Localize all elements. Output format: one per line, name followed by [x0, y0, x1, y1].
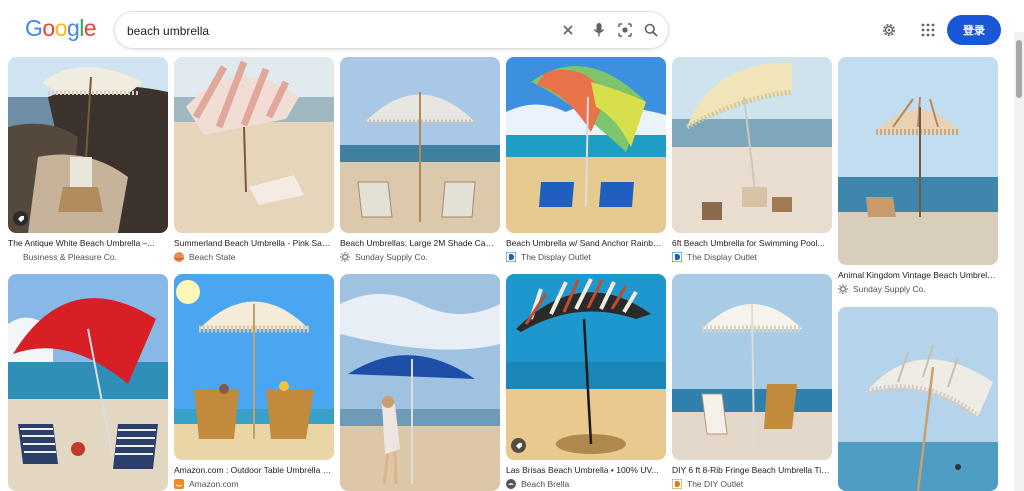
result-thumbnail[interactable] — [838, 57, 998, 265]
source-name: The DIY Outlet — [687, 479, 744, 489]
scroll-thumb[interactable] — [1016, 40, 1022, 98]
result-card[interactable]: Beach Umbrella w/ Sand Anchor Rainbow...… — [506, 57, 666, 263]
result-card[interactable]: Beach Umbrellas: Large 2M Shade Canop...… — [340, 57, 500, 263]
result-card[interactable]: Animal Kingdom Vintage Beach Umbrella |.… — [838, 57, 998, 295]
clear-icon[interactable] — [558, 20, 578, 40]
result-thumbnail[interactable] — [838, 307, 998, 491]
signin-button[interactable]: 登录 — [947, 15, 1001, 45]
result-card[interactable]: DIY 6 ft 8-Rib Fringe Beach Umbrella Til… — [672, 274, 832, 490]
blank-favicon — [8, 252, 18, 262]
top-bar: Google 登录 — [0, 0, 1024, 60]
result-card[interactable]: The Antique White Beach Umbrella –... Bu… — [8, 57, 168, 263]
result-source[interactable]: The Display Outlet — [672, 251, 832, 263]
result-card[interactable]: 6ft Beach Umbrella for Swimming Pool... … — [672, 57, 832, 263]
result-title[interactable]: Beach Umbrella w/ Sand Anchor Rainbow... — [506, 238, 664, 248]
search-icon[interactable] — [641, 20, 661, 40]
source-name: The Display Outlet — [687, 252, 757, 262]
mic-icon[interactable] — [589, 20, 609, 40]
source-name: Sunday Supply Co. — [355, 252, 428, 262]
scroll-up-icon[interactable] — [1016, 32, 1022, 44]
page-scrollbar[interactable] — [1014, 32, 1024, 491]
source-name: Beach Brella — [521, 479, 570, 489]
result-card[interactable] — [8, 274, 168, 491]
result-thumbnail[interactable] — [340, 274, 500, 491]
settings-gear-icon[interactable] — [879, 20, 899, 40]
result-title[interactable]: 6ft Beach Umbrella for Swimming Pool... — [672, 238, 830, 248]
image-results-grid: The Antique White Beach Umbrella –... Bu… — [0, 56, 1012, 491]
result-card[interactable] — [340, 274, 500, 491]
result-thumbnail[interactable] — [8, 57, 168, 233]
result-thumbnail[interactable] — [174, 57, 334, 233]
result-thumbnail[interactable] — [672, 57, 832, 233]
result-title[interactable]: Beach Umbrellas: Large 2M Shade Canop... — [340, 238, 498, 248]
source-name: Amazon.com — [189, 479, 239, 489]
result-thumbnail[interactable] — [174, 274, 334, 460]
lens-icon[interactable] — [615, 20, 635, 40]
result-card[interactable]: Amazon.com : Outdoor Table Umbrella 18..… — [174, 274, 334, 490]
result-thumbnail[interactable] — [8, 274, 168, 491]
result-title[interactable]: DIY 6 ft 8-Rib Fringe Beach Umbrella Til… — [672, 465, 830, 475]
result-source[interactable]: Sunday Supply Co. — [340, 251, 500, 263]
result-source[interactable]: The DIY Outlet — [672, 478, 832, 490]
result-title[interactable]: Las Brisas Beach Umbrella • 100% UV... — [506, 465, 664, 475]
search-input[interactable] — [127, 21, 547, 41]
result-source[interactable]: Amazon.com — [174, 478, 334, 490]
result-source[interactable]: The Display Outlet — [506, 251, 666, 263]
tag-icon — [13, 211, 28, 226]
result-title[interactable]: Summerland Beach Umbrella - Pink Salt... — [174, 238, 332, 248]
result-thumbnail[interactable] — [672, 274, 832, 460]
beach-state-favicon — [174, 252, 184, 262]
display-outlet-favicon — [672, 252, 682, 262]
result-source[interactable]: Beach Brella — [506, 478, 666, 490]
result-source[interactable]: Beach State — [174, 251, 334, 263]
result-title[interactable]: Animal Kingdom Vintage Beach Umbrella |.… — [838, 270, 996, 280]
result-thumbnail[interactable] — [340, 57, 500, 233]
result-title[interactable]: The Antique White Beach Umbrella –... — [8, 238, 166, 248]
source-name: Business & Pleasure Co. — [23, 252, 118, 262]
result-source[interactable]: Sunday Supply Co. — [838, 283, 998, 295]
amazon-favicon — [174, 479, 184, 489]
result-card[interactable] — [838, 307, 998, 491]
beach-brella-favicon — [506, 479, 516, 489]
result-title[interactable]: Amazon.com : Outdoor Table Umbrella 18..… — [174, 465, 332, 475]
sun-favicon — [838, 284, 848, 294]
display-outlet-favicon — [506, 252, 516, 262]
result-card[interactable]: Summerland Beach Umbrella - Pink Salt...… — [174, 57, 334, 263]
google-logo[interactable]: Google — [25, 15, 97, 42]
result-source[interactable]: Business & Pleasure Co. — [8, 251, 168, 263]
result-thumbnail[interactable] — [506, 274, 666, 460]
apps-grid-icon[interactable] — [918, 20, 938, 40]
result-card[interactable]: Las Brisas Beach Umbrella • 100% UV... B… — [506, 274, 666, 490]
source-name: Sunday Supply Co. — [853, 284, 926, 294]
tag-icon — [511, 438, 526, 453]
result-thumbnail[interactable] — [506, 57, 666, 233]
diy-outlet-favicon — [672, 479, 682, 489]
source-name: The Display Outlet — [521, 252, 591, 262]
search-box — [114, 11, 669, 49]
source-name: Beach State — [189, 252, 236, 262]
sun-favicon — [340, 252, 350, 262]
